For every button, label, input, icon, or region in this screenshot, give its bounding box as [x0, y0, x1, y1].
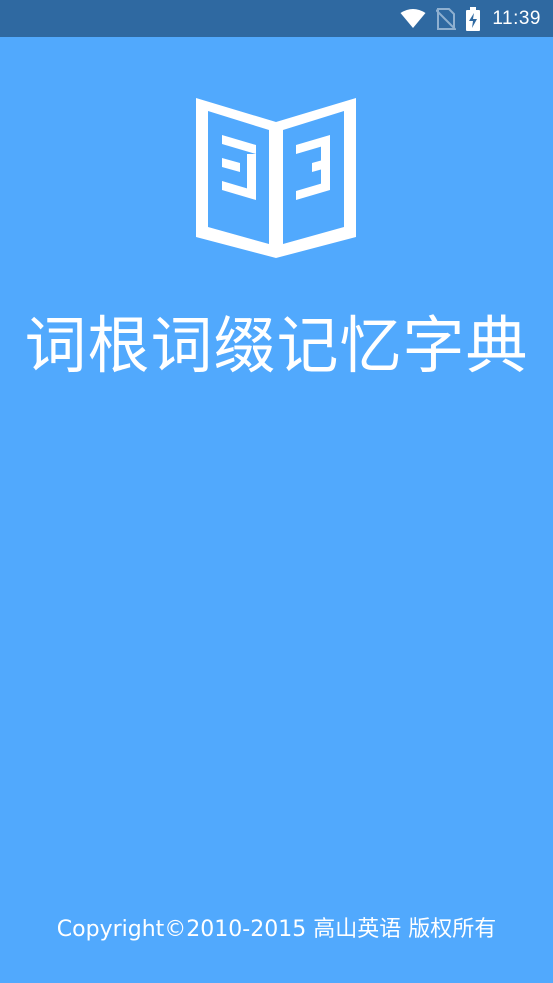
open-book-icon — [196, 98, 356, 260]
status-bar: 11:39 — [0, 0, 553, 37]
battery-charging-icon — [466, 6, 481, 31]
splash-screen: 11:39 词根词缀记忆字典 Copyright©2010-2015 高山英语 … — [0, 0, 553, 983]
no-sim-icon — [436, 7, 457, 30]
status-time: 11:39 — [492, 7, 541, 29]
copyright-text: Copyright©2010-2015 高山英语 版权所有 — [56, 917, 497, 942]
app-title: 词根词缀记忆字典 — [24, 309, 529, 382]
wifi-icon — [400, 8, 426, 29]
